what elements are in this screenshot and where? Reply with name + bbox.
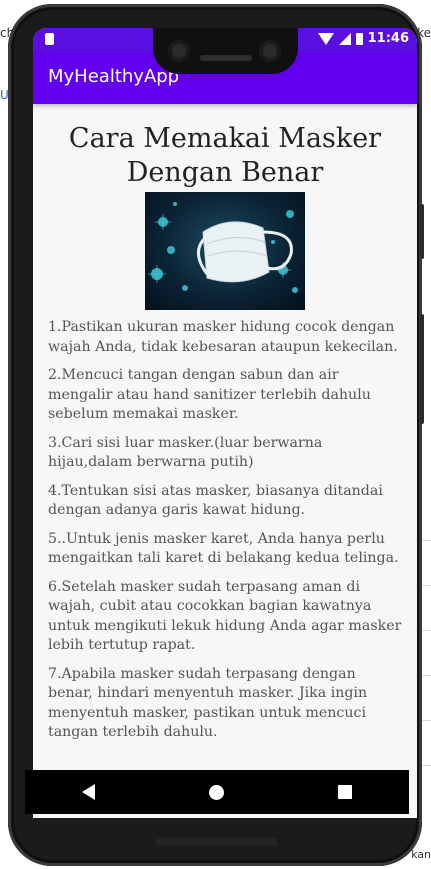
status-time: 11:46 [367, 31, 409, 46]
phone-screen: 11:46 MyHealthyApp Cara Memakai Masker D… [33, 28, 417, 818]
step-3: 3.Cari sisi luar masker.(luar berwarna h… [48, 434, 323, 471]
page-title: Cara Memakai Masker Dengan Benar [68, 123, 382, 188]
status-indicators: 11:46 [317, 31, 409, 46]
camera-notch [153, 28, 298, 74]
step-6: 6.Setelah masker sudah terpasang aman di… [48, 578, 402, 654]
step-7: 7.Apabila masker sudah terpasang dengan … [48, 665, 368, 741]
bottom-speaker [156, 838, 278, 846]
power-button [420, 204, 424, 259]
step-1: 1.Pastikan ukuran masker hidung cocok de… [48, 319, 398, 355]
battery-icon [355, 32, 363, 45]
earpiece-speaker [200, 55, 252, 61]
home-icon[interactable] [209, 784, 224, 800]
sd-card-icon [45, 33, 54, 45]
cell-signal-icon [338, 32, 351, 45]
step-4: 4.Tentukan sisi atas masker, biasanya di… [48, 482, 383, 519]
back-icon[interactable] [82, 784, 95, 800]
background-ide-edge [421, 540, 431, 869]
step-2: 2.Mencuci tangan dengan sabun dan air me… [48, 367, 371, 422]
mask-illustration [145, 192, 305, 310]
step-5: 5..Untuk jenis masker karet, Anda hanya … [48, 530, 399, 567]
main-content[interactable]: Cara Memakai Masker Dengan Benar 1.Pasti… [33, 104, 417, 752]
volume-button [420, 314, 424, 424]
front-sensor-icon [259, 40, 281, 62]
steps-list: 1.Pastikan ukuran masker hidung cocok de… [48, 318, 402, 743]
navigation-bar [25, 770, 409, 814]
app-title: MyHealthyApp [48, 66, 180, 87]
front-camera-icon [168, 40, 190, 62]
recent-apps-icon[interactable] [338, 785, 352, 799]
wifi-icon [317, 32, 334, 45]
phone-frame: 11:46 MyHealthyApp Cara Memakai Masker D… [8, 4, 424, 866]
